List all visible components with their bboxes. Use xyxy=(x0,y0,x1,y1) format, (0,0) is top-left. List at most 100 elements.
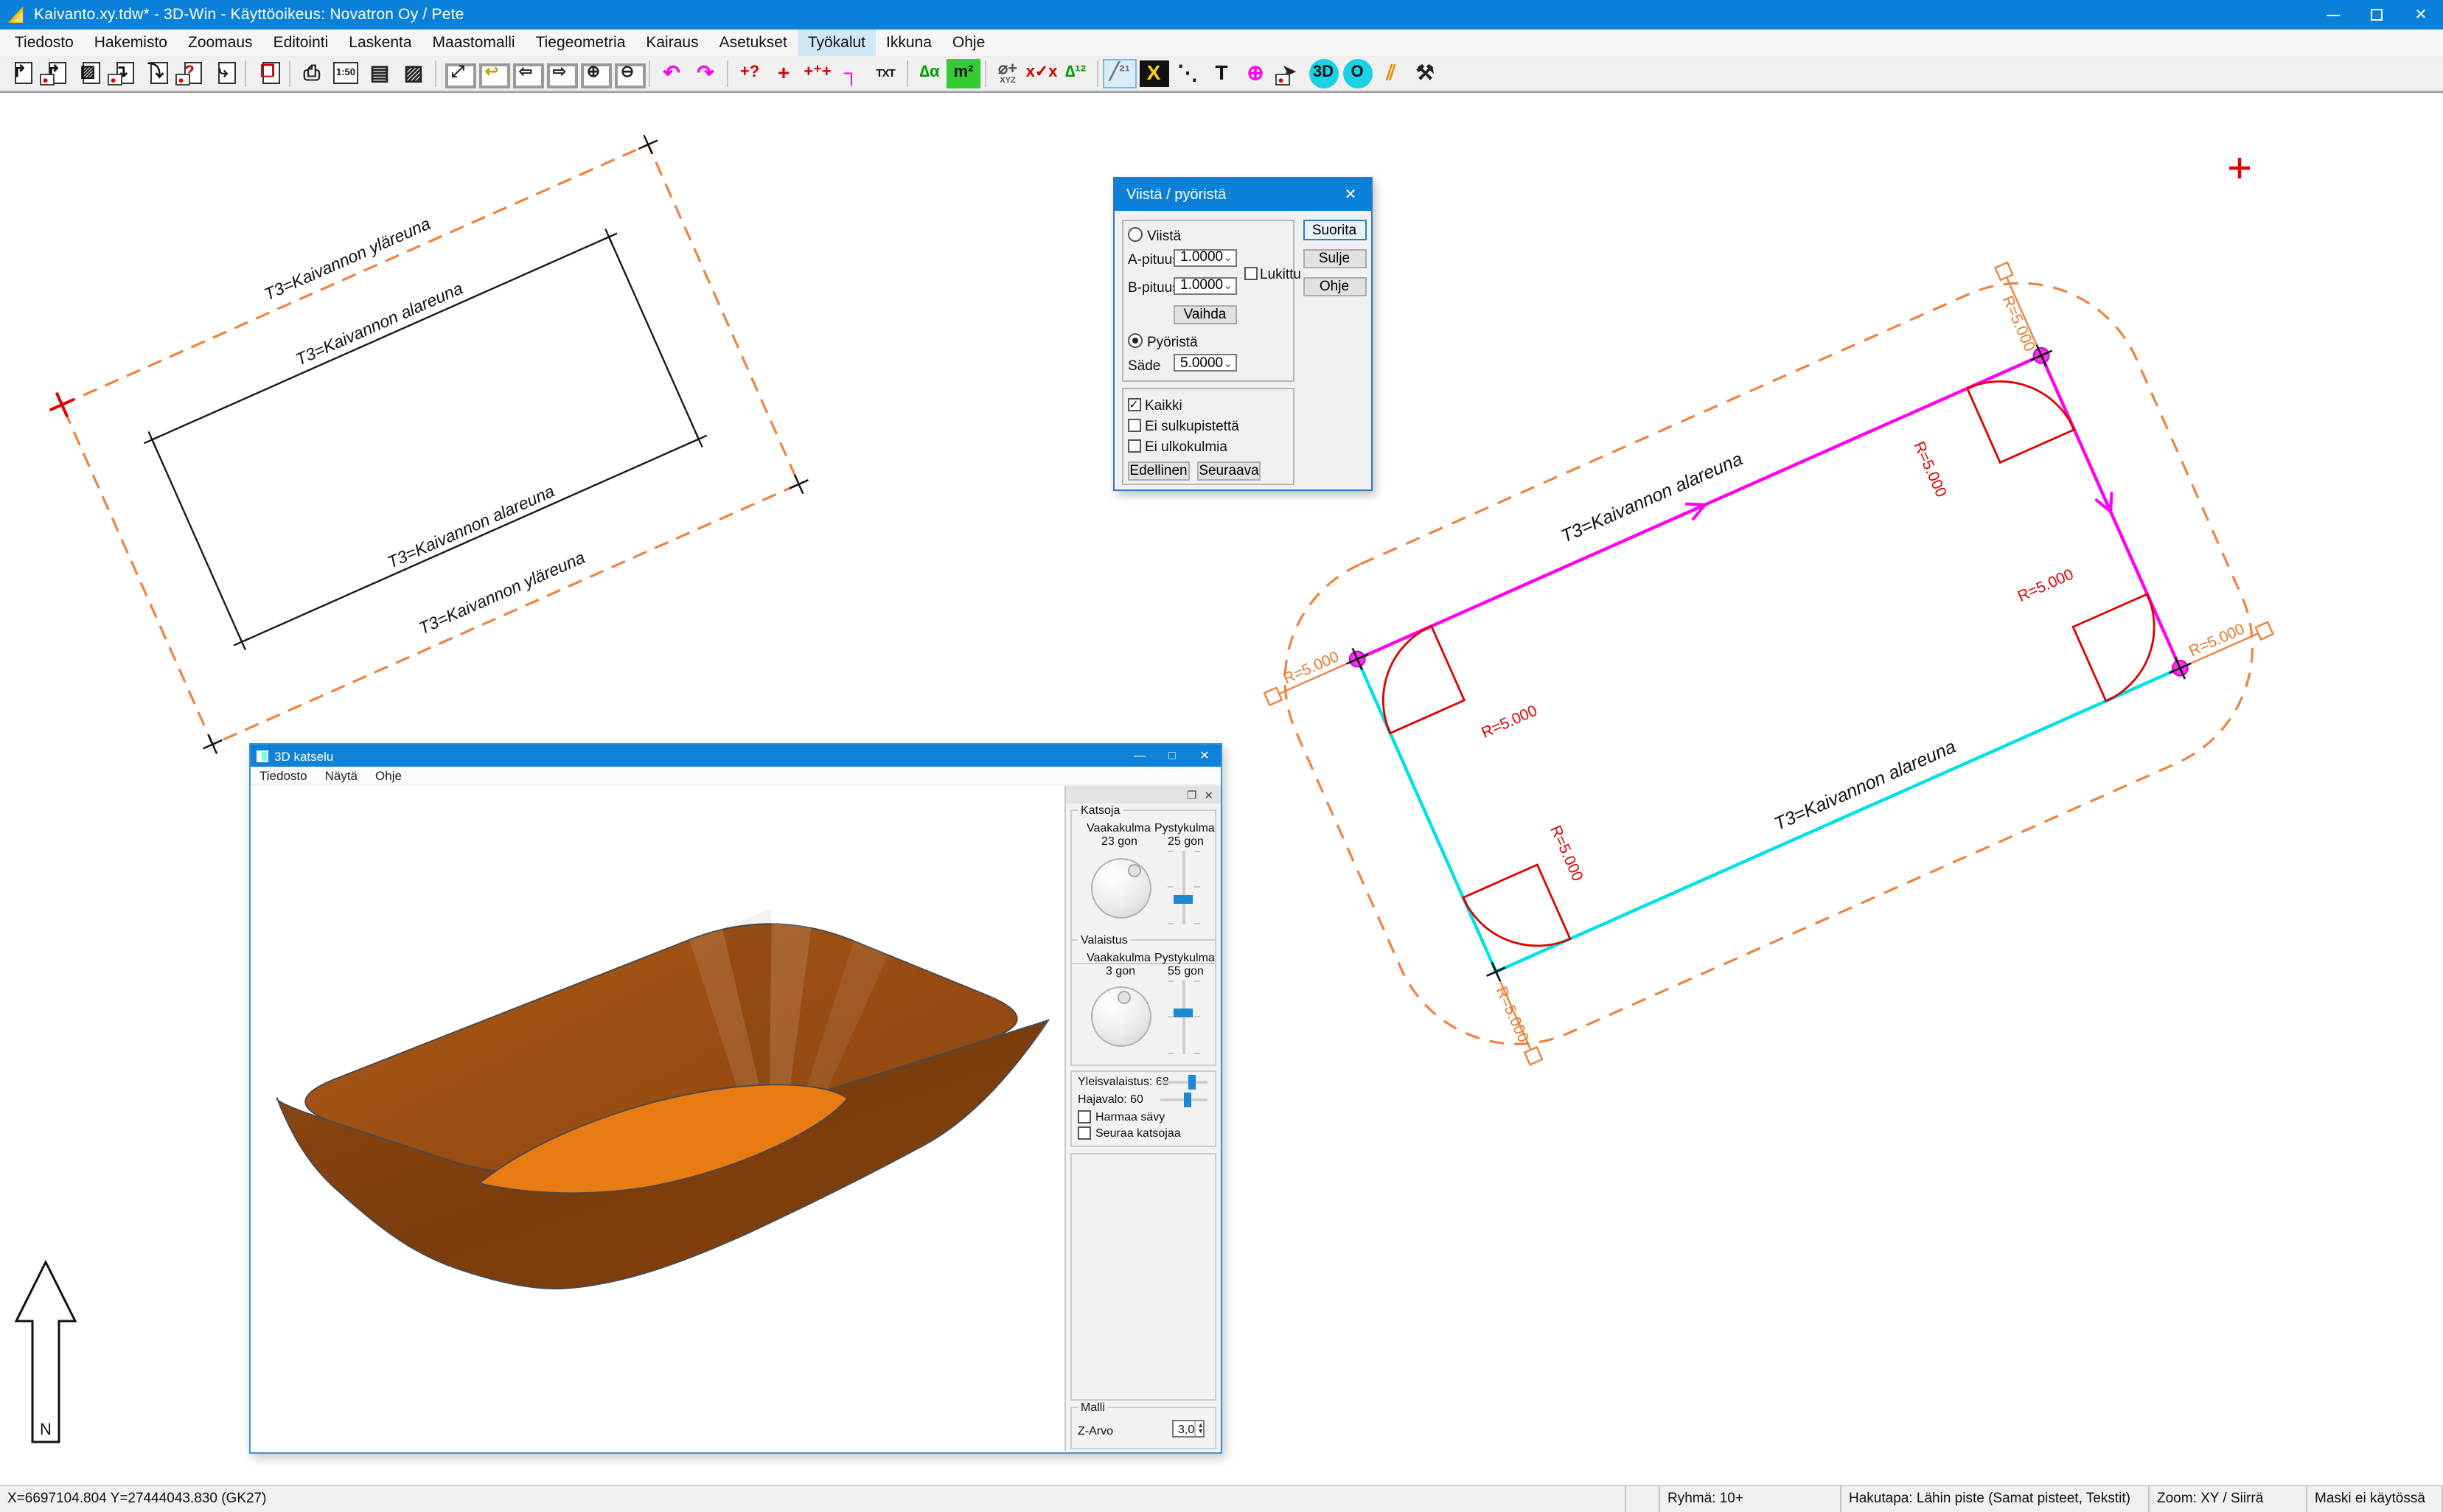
panel-close-icon[interactable]: ✕ xyxy=(1204,788,1213,801)
redo-icon: ↷ xyxy=(697,64,714,83)
add-point-button[interactable]: + xyxy=(767,59,801,88)
print-button[interactable]: ⎙ xyxy=(295,59,329,88)
edellinen-button[interactable]: Edellinen xyxy=(1127,461,1190,480)
angle-tool-button[interactable]: ∆α xyxy=(913,59,947,88)
menu-maastomalli[interactable]: Maastomalli xyxy=(422,29,526,55)
ei-ulkokulmia-checkbox[interactable] xyxy=(1127,439,1140,452)
read-file-button[interactable]: ↱ xyxy=(3,59,37,88)
measure-settings-button[interactable]: ⚒ xyxy=(1408,59,1442,88)
menu-tiedosto[interactable]: Tiedosto xyxy=(4,29,84,55)
z-arvo-spinner[interactable]: 3,0 ▲▼ xyxy=(1172,1420,1205,1438)
write-file-as-button[interactable]: ⤵ xyxy=(139,59,172,88)
viewer-menu-ohje[interactable]: Ohje xyxy=(366,768,411,783)
close-button[interactable]: ✕ xyxy=(2399,0,2443,29)
viewer-3d-canvas[interactable] xyxy=(251,786,1066,1452)
sade-combo[interactable]: 5.0000⌄ xyxy=(1173,354,1237,372)
circle-tool-button[interactable]: ⊕ xyxy=(1238,59,1272,88)
menu-asetukset[interactable]: Asetukset xyxy=(709,29,798,55)
z-arvo-spin-arrows[interactable]: ▲▼ xyxy=(1194,1421,1205,1436)
harmaa-savy-checkbox[interactable] xyxy=(1078,1109,1091,1123)
toolbar-separator xyxy=(985,60,986,87)
dialog-close-button[interactable]: ✕ xyxy=(1330,178,1371,211)
valaistus-vaaka-label: Vaakakulma xyxy=(1087,951,1151,964)
hatch-pattern-button[interactable]: ▨ xyxy=(397,59,431,88)
zoom-in-button[interactable]: ⊕ xyxy=(576,59,610,88)
yleisvalaistus-slider[interactable] xyxy=(1160,1081,1207,1084)
profile-fan-button[interactable]: ⫽ xyxy=(1374,59,1408,88)
viewer-maximize-button[interactable]: □ xyxy=(1156,745,1188,767)
seuraava-button[interactable]: Seuraava xyxy=(1197,461,1261,480)
menu-tiegeometria[interactable]: Tiegeometria xyxy=(526,29,636,55)
a-pituus-combo[interactable]: 1.0000⌄ xyxy=(1173,248,1237,266)
delete-button[interactable]: X xyxy=(1139,60,1168,87)
hajavalo-handle[interactable] xyxy=(1184,1092,1191,1107)
pan-left-icon: ⇦ xyxy=(519,66,532,82)
viewer-menu-tiedosto[interactable]: Tiedosto xyxy=(251,768,316,783)
pan-right-button[interactable]: ⇨ xyxy=(543,59,576,88)
menu-hakemisto[interactable]: Hakemisto xyxy=(84,29,178,55)
valaistus-horizontal-dial[interactable] xyxy=(1090,986,1151,1047)
yleisvalaistus-handle[interactable] xyxy=(1188,1075,1195,1090)
chamfer-fillet-button[interactable]: ╱²¹ xyxy=(1103,59,1137,88)
menu-laskenta[interactable]: Laskenta xyxy=(338,29,422,55)
zoom-out-button[interactable]: ⊖ xyxy=(610,59,644,88)
annotate-button[interactable]: ➤ xyxy=(1272,59,1306,88)
export-file-button[interactable]: ⤷ xyxy=(206,59,240,88)
kaikki-checkbox[interactable]: ✓ xyxy=(1127,397,1140,411)
ei-sulkupistetta-checkbox[interactable] xyxy=(1127,418,1140,431)
viewer-menu-nayta[interactable]: Näytä xyxy=(316,768,366,783)
add-points-button[interactable]: +⁺+ xyxy=(801,59,834,88)
zoom-extents-button[interactable]: ⤢ xyxy=(441,59,475,88)
write-file-button[interactable]: ↴ xyxy=(105,59,139,88)
copy-window-button[interactable]: ❐ xyxy=(251,59,285,88)
sulje-button[interactable]: Sulje xyxy=(1303,248,1366,268)
menu-zoomaus[interactable]: Zoomaus xyxy=(178,29,263,55)
view-3d-button[interactable]: 3D xyxy=(1308,59,1338,88)
katsoja-vertical-slider[interactable] xyxy=(1182,851,1185,924)
menu-editointi[interactable]: Editointi xyxy=(263,29,339,55)
viista-radio[interactable] xyxy=(1128,227,1143,242)
text-tool-button[interactable]: TXT xyxy=(868,59,902,88)
katsoja-slider-handle[interactable] xyxy=(1174,894,1193,903)
panel-float-icon[interactable]: ❐ xyxy=(1187,788,1196,801)
print-scale-button[interactable]: 1:50 xyxy=(329,59,363,88)
undo-button[interactable]: ↶ xyxy=(655,59,689,88)
file-query-button[interactable]: ? xyxy=(172,59,206,88)
suorita-button[interactable]: Suorita xyxy=(1303,220,1366,240)
pan-left-button[interactable]: ⇦ xyxy=(509,59,543,88)
read-model-button[interactable]: ▨ xyxy=(71,59,105,88)
ohje-button[interactable]: Ohje xyxy=(1303,276,1366,296)
valaistus-vertical-slider[interactable] xyxy=(1182,980,1185,1054)
menu-ohje[interactable]: Ohje xyxy=(942,29,995,55)
triangle-model-button[interactable]: ∆¹² xyxy=(1059,59,1092,88)
menu-tyokalut[interactable]: Työkalut xyxy=(798,29,876,55)
katsoja-horizontal-dial[interactable] xyxy=(1090,857,1151,918)
node-edit-button[interactable]: ⋱ xyxy=(1171,59,1205,88)
coordinate-symbols-button[interactable]: ⌀+XYZ xyxy=(991,59,1025,88)
point-check-button[interactable]: x✓x xyxy=(1025,59,1059,88)
minimize-button[interactable] xyxy=(2310,0,2355,29)
chamfer-fillet-icon: ╱²¹ xyxy=(1109,66,1130,82)
valaistus-slider-handle[interactable] xyxy=(1174,1008,1193,1017)
page-layout-button[interactable]: ▤ xyxy=(363,59,397,88)
viewer-minimize-button[interactable]: — xyxy=(1123,745,1156,767)
viewer-close-button[interactable]: ✕ xyxy=(1188,745,1221,767)
redo-button[interactable]: ↷ xyxy=(689,59,722,88)
zoom-previous-button[interactable]: ↩ xyxy=(475,59,509,88)
copy-window-icon: ❐ xyxy=(260,66,275,82)
read-file-format-button[interactable]: ↱ xyxy=(37,59,71,88)
maximize-button[interactable] xyxy=(2355,0,2399,29)
menu-kairaus[interactable]: Kairaus xyxy=(635,29,708,55)
vaihda-button[interactable]: Vaihda xyxy=(1174,305,1236,324)
application-window: Kaivanto.xy.tdw* - 3D-Win - Käyttöoikeus… xyxy=(0,0,2443,1512)
point-query-button[interactable]: +? xyxy=(733,59,767,88)
rotate-3d-button[interactable]: O xyxy=(1342,59,1372,88)
pyorista-radio[interactable] xyxy=(1128,333,1143,348)
pillar-button[interactable]: T xyxy=(1205,59,1238,88)
edit-polyline-button[interactable]: ┐ xyxy=(834,59,868,88)
b-pituus-combo[interactable]: 1.0000⌄ xyxy=(1173,276,1237,294)
menu-ikkuna[interactable]: Ikkuna xyxy=(876,29,942,55)
area-tool-button[interactable]: m² xyxy=(947,59,980,88)
lukittu-checkbox[interactable] xyxy=(1244,266,1257,279)
seuraa-katsojaa-checkbox[interactable] xyxy=(1078,1126,1091,1139)
